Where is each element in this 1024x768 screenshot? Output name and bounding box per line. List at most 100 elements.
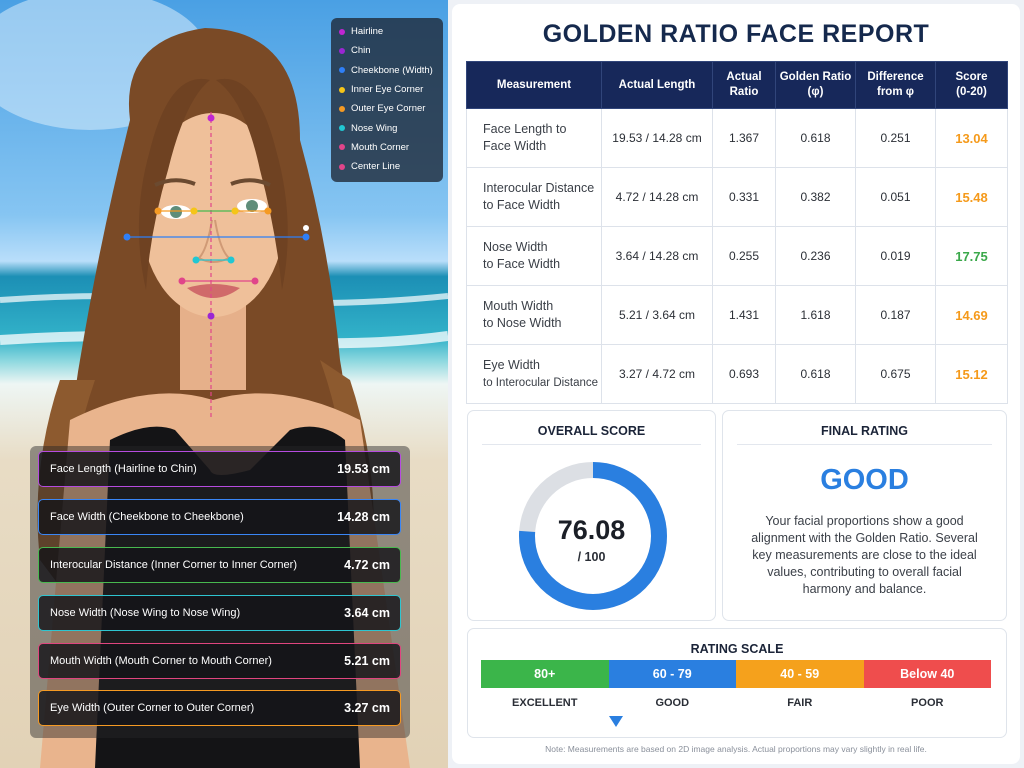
measurement-label: Face Width (Cheekbone to Cheekbone) xyxy=(50,511,244,523)
diff-cell: 0.675 xyxy=(855,344,936,404)
scale-segment: 80+ xyxy=(481,660,609,688)
measurement-name-line2: to Face Width xyxy=(483,257,561,271)
table-row: Mouth Width to Nose Width 5.21 / 3.64 cm 1.… xyxy=(466,285,1008,345)
score-cell: 17.75 xyxy=(935,226,1008,286)
measurement-name-line1: Interocular Distance xyxy=(483,181,595,195)
measurement-name-line2: to Face Width xyxy=(483,198,561,212)
diff-cell: 0.251 xyxy=(855,108,936,168)
report-panel: GOLDEN RATIO FACE REPORT Measurement Actu… xyxy=(452,4,1020,764)
measurement-name-cell: Nose Width to Face Width xyxy=(466,226,602,286)
measurement-label: Nose Width (Nose Wing to Nose Wing) xyxy=(50,607,241,619)
measurement-name-line2: to Interocular Distance xyxy=(483,376,599,389)
length-cell: 3.64 / 14.28 cm xyxy=(601,226,713,286)
legend-label: Center Line xyxy=(351,161,401,173)
legend-item: Nose Wing xyxy=(331,118,443,137)
legend-dot-icon xyxy=(339,28,345,35)
score-cell: 13.04 xyxy=(935,108,1008,168)
legend-dot-icon xyxy=(339,105,345,112)
divider xyxy=(482,444,701,445)
legend-label: Hairline xyxy=(351,26,384,38)
measurement-value: 19.53 cm xyxy=(337,462,390,476)
measurement-label: Mouth Width (Mouth Corner to Mouth Corne… xyxy=(50,655,272,667)
column-header: Golden Ratio (φ) xyxy=(775,61,856,109)
overall-score-card: OVERALL SCORE 76.08 / 100 xyxy=(467,410,716,621)
measurement-name-line1: Eye Width xyxy=(483,357,540,372)
column-header: Difference from φ xyxy=(855,61,936,109)
measurement-value: 14.28 cm xyxy=(337,510,390,524)
final-rating-title: FINAL RATING xyxy=(820,424,909,438)
disclaimer-note: Note: Measurements are based on 2D image… xyxy=(545,744,927,754)
length-cell: 5.21 / 3.64 cm xyxy=(601,285,713,345)
measurement-card: Interocular Distance (Inner Corner to In… xyxy=(38,547,401,583)
legend-item: Mouth Corner xyxy=(331,138,443,157)
table-body: Face Length to Face Width 19.53 / 14.28 cm… xyxy=(466,108,1008,404)
diff-cell: 0.187 xyxy=(855,285,936,345)
measurement-label: Interocular Distance (Inner Corner to In… xyxy=(50,559,297,571)
final-rating-value: GOOD xyxy=(820,464,909,496)
legend-item: Chin xyxy=(331,41,443,60)
measurement-value: 4.72 cm xyxy=(344,558,390,572)
golden-cell: 0.618 xyxy=(775,108,856,168)
measurement-name-cell: Interocular Distance to Face Width xyxy=(466,167,602,227)
measurement-name-cell: Mouth Width to Nose Width xyxy=(466,285,602,345)
scale-segment-label: FAIR xyxy=(787,697,813,709)
legend-label: Outer Eye Corner xyxy=(351,103,426,115)
golden-cell: 0.236 xyxy=(775,226,856,286)
overall-score-value: 76.08 xyxy=(557,515,626,545)
final-rating-description: Your facial proportions show a good alig… xyxy=(751,514,978,596)
score-cell: 15.48 xyxy=(935,167,1008,227)
measurement-name-cell: Face Length to Face Width xyxy=(466,108,602,168)
legend-dot-icon xyxy=(339,67,345,74)
measurement-name-line2: Face Width xyxy=(483,139,547,153)
scale-segment: 40 - 59 xyxy=(736,660,864,688)
legend-dot-icon xyxy=(339,47,345,54)
legend-item: Inner Eye Corner xyxy=(331,80,443,99)
ratio-cell: 0.255 xyxy=(712,226,776,286)
landmark-legend: Hairline Chin Cheekbone (Width) Inner Eye C… xyxy=(331,18,443,182)
measurement-value: 5.21 cm xyxy=(344,654,390,668)
legend-dot-icon xyxy=(339,86,345,93)
measurement-name-line1: Mouth Width xyxy=(483,299,554,313)
legend-label: Mouth Corner xyxy=(351,141,410,153)
table-header-row: Measurement Actual Length Actual Ratio Golde… xyxy=(466,61,1008,109)
measurement-table: Measurement Actual Length Actual Ratio Golde… xyxy=(466,61,1008,404)
table-row: Interocular Distance to Face Width 4.72 / … xyxy=(466,167,1008,227)
table-row: Face Length to Face Width 19.53 / 14.28 cm… xyxy=(466,108,1008,168)
current-rating-marker xyxy=(609,716,623,727)
legend-label: Inner Eye Corner xyxy=(351,84,424,96)
legend-label: Nose Wing xyxy=(351,122,398,134)
rating-scale-title: RATING SCALE xyxy=(690,642,784,656)
score-cell: 15.12 xyxy=(935,344,1008,404)
legend-item: Center Line xyxy=(331,157,443,176)
scale-segment-label: EXCELLENT xyxy=(512,697,578,709)
measurement-card: Nose Width (Nose Wing to Nose Wing) 3.64 … xyxy=(38,595,401,631)
column-header: Actual Ratio xyxy=(712,61,776,109)
golden-cell: 0.618 xyxy=(775,344,856,404)
scale-segment-label: POOR xyxy=(911,697,944,709)
legend-label: Chin xyxy=(351,45,371,57)
table-row: Eye Width to Interocular Distance 3.27 / 4… xyxy=(466,344,1008,404)
measurement-name-cell: Eye Width to Interocular Distance xyxy=(466,344,602,404)
measurement-card: Face Length (Hairline to Chin) 19.53 cm xyxy=(38,451,401,487)
ratio-cell: 0.693 xyxy=(712,344,776,404)
final-rating-card: FINAL RATING GOOD Your facial proportion… xyxy=(722,410,1007,621)
legend-item: Cheekbone (Width) xyxy=(331,61,443,80)
overall-score-title: OVERALL SCORE xyxy=(537,424,646,438)
legend-item: Hairline xyxy=(331,22,443,41)
ratio-cell: 1.431 xyxy=(712,285,776,345)
golden-cell: 0.382 xyxy=(775,167,856,227)
scale-segment: Below 40 xyxy=(863,660,991,688)
golden-cell: 1.618 xyxy=(775,285,856,345)
legend-dot-icon xyxy=(339,125,345,132)
measurement-card: Eye Width (Outer Corner to Outer Corner)… xyxy=(38,690,401,726)
measurement-value: 3.64 cm xyxy=(344,606,390,620)
measurement-label: Face Length (Hairline to Chin) xyxy=(50,463,197,475)
measurement-card: Face Width (Cheekbone to Cheekbone) 14.28… xyxy=(38,499,401,535)
scale-segment: 60 - 79 xyxy=(608,660,736,688)
report-title: GOLDEN RATIO FACE REPORT xyxy=(542,20,930,48)
score-cell: 14.69 xyxy=(935,285,1008,345)
measurement-label: Eye Width (Outer Corner to Outer Corner) xyxy=(50,702,255,714)
ratio-cell: 1.367 xyxy=(712,108,776,168)
divider xyxy=(737,444,992,445)
length-cell: 3.27 / 4.72 cm xyxy=(601,344,713,404)
